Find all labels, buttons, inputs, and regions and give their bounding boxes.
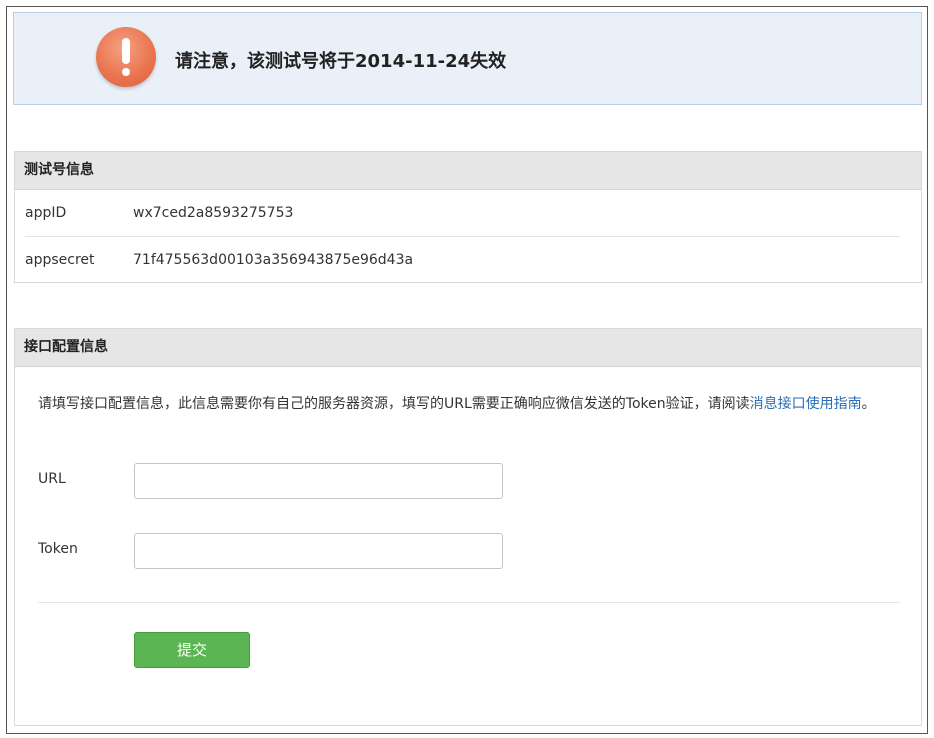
- test-account-panel: 测试号信息 appID wx7ced2a8593275753 appsecret…: [14, 151, 922, 283]
- panel-title: 接口配置信息: [15, 329, 921, 367]
- interface-config-panel: 接口配置信息 请填写接口配置信息，此信息需要你有自己的服务器资源，填写的URL需…: [14, 328, 922, 726]
- appsecret-value: 71f475563d00103a356943875e96d43a: [133, 252, 414, 268]
- url-label: URL: [38, 471, 66, 487]
- submit-button[interactable]: 提交: [134, 632, 250, 668]
- config-description: 请填写接口配置信息，此信息需要你有自己的服务器资源，填写的URL需要正确响应微信…: [38, 393, 908, 416]
- appsecret-label: appsecret: [25, 252, 95, 268]
- message-api-guide-link[interactable]: 消息接口使用指南: [750, 396, 862, 412]
- panel-title: 测试号信息: [15, 152, 921, 190]
- url-input[interactable]: [134, 463, 503, 499]
- exclamation-icon: [96, 27, 156, 87]
- appsecret-row: appsecret 71f475563d00103a356943875e96d4…: [25, 237, 900, 283]
- url-row: URL: [38, 463, 538, 499]
- appid-label: appID: [25, 205, 67, 221]
- appid-value: wx7ced2a8593275753: [133, 205, 294, 221]
- notice-text: 请注意，该测试号将于2014-11-24失效: [175, 51, 507, 72]
- token-row: Token: [38, 533, 538, 569]
- expiry-notice: 请注意，该测试号将于2014-11-24失效: [13, 12, 922, 105]
- description-text: 请填写接口配置信息，此信息需要你有自己的服务器资源，填写的URL需要正确响应微信…: [38, 396, 750, 412]
- appid-row: appID wx7ced2a8593275753: [25, 190, 900, 236]
- description-end: 。: [861, 396, 876, 412]
- form-divider: [38, 602, 900, 603]
- token-input[interactable]: [134, 533, 503, 569]
- token-label: Token: [38, 541, 78, 557]
